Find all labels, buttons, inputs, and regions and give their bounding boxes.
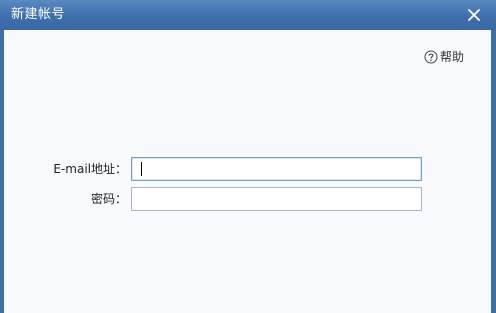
question-circle-icon <box>424 50 438 64</box>
text-caret <box>141 162 142 176</box>
dialog-titlebar[interactable]: 新建帐号 <box>0 0 496 30</box>
help-link[interactable]: 帮助 <box>424 50 464 64</box>
password-field[interactable] <box>131 187 422 211</box>
close-icon <box>468 9 480 21</box>
help-label: 帮助 <box>439 50 464 64</box>
new-account-dialog: 新建帐号 帮助 E-mail地址： 密码： <box>0 0 496 313</box>
close-button[interactable] <box>465 6 483 24</box>
email-row: E-mail地址： <box>4 157 491 181</box>
email-label: E-mail地址： <box>53 162 127 176</box>
email-field[interactable] <box>131 157 422 181</box>
dialog-title: 新建帐号 <box>11 7 66 22</box>
password-row: 密码： <box>4 187 491 211</box>
dialog-content: 帮助 E-mail地址： 密码： <box>4 30 491 313</box>
password-label: 密码： <box>90 192 127 206</box>
